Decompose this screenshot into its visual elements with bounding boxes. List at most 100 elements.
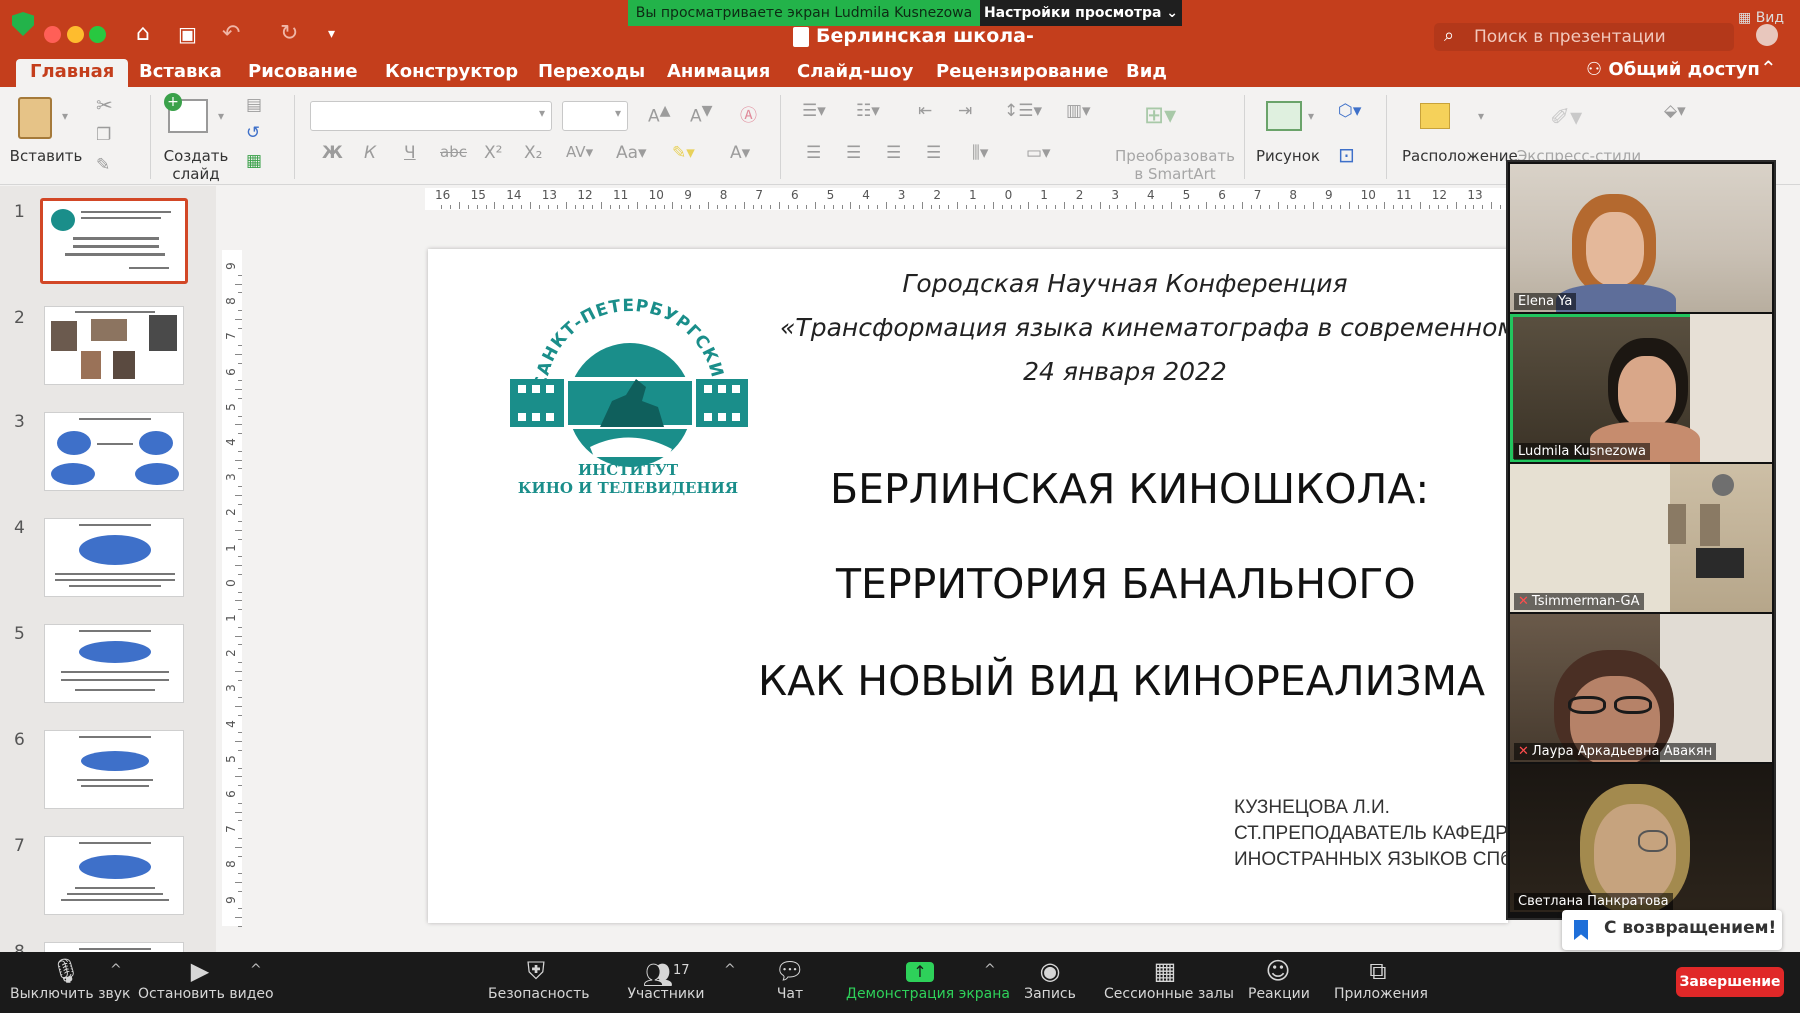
font-family-select[interactable]: ▾ — [310, 101, 552, 131]
superscript-icon[interactable]: X² — [484, 143, 502, 163]
slide-canvas[interactable]: САНКТ-ПЕТЕРБУРГСКИЙ ГОСУДАРСТВЕННЫЙ ИНСТ… — [428, 249, 1508, 923]
participant-video-4[interactable]: ✕ Лаура Аркадьевна Авакян — [1510, 614, 1772, 762]
columns-icon[interactable]: ▥▾ — [1066, 101, 1091, 121]
chevron-down-icon[interactable]: ▾ — [62, 109, 68, 123]
strikethrough-icon[interactable]: abc — [440, 143, 467, 161]
shape-fill-icon[interactable]: ⬙▾ — [1664, 101, 1686, 121]
justify-icon[interactable]: ☰ — [926, 143, 941, 163]
cut-icon[interactable]: ✂ — [96, 93, 113, 117]
decrease-indent-icon[interactable]: ⇤ — [918, 101, 932, 121]
font-color-icon[interactable]: A▾ — [730, 143, 750, 163]
end-meeting-button[interactable]: Завершение — [1676, 967, 1784, 997]
increase-font-icon[interactable]: A▲ — [648, 103, 671, 127]
font-size-select[interactable]: ▾ — [562, 101, 628, 131]
record-button[interactable]: ◉ Запись — [1022, 952, 1078, 1013]
view-options-dropdown[interactable]: Настройки просмотра ⌄ — [980, 0, 1182, 26]
search-input[interactable]: Поиск в презентации — [1474, 27, 1666, 47]
align-center-icon[interactable]: ☰ — [846, 143, 861, 163]
participant-video-3[interactable]: ✕ Tsimmerman-GA — [1510, 464, 1772, 612]
chevron-down-icon[interactable]: ▾ — [218, 109, 224, 123]
convert-smartart-label[interactable]: Преобразовать в SmartArt — [1106, 147, 1244, 183]
highlight-icon[interactable]: ✎▾ — [672, 143, 695, 163]
underline-icon[interactable]: Ч — [404, 143, 416, 163]
view-button[interactable]: ▦ Вид — [1738, 10, 1784, 26]
customize-toolbar-icon[interactable]: ▾ — [328, 21, 335, 47]
tab-slideshow[interactable]: Слайд-шоу — [783, 59, 927, 87]
participant-video-2[interactable]: Ludmila Kusnezowa — [1510, 314, 1772, 462]
increase-indent-icon[interactable]: ⇥ — [958, 101, 972, 121]
search-box[interactable]: ⌕ Поиск в презентации — [1434, 23, 1734, 51]
slide-thumbnail-7[interactable] — [44, 836, 184, 915]
redo-icon[interactable]: ↻ — [280, 21, 298, 47]
security-button[interactable]: ⛨ Безопасность — [488, 952, 589, 1013]
text-direction-icon[interactable]: ⫼▾ — [972, 143, 988, 163]
collapse-ribbon-icon[interactable]: ⌃ — [1760, 56, 1777, 80]
text-box-icon[interactable]: ⊡ — [1338, 143, 1355, 167]
chat-button[interactable]: 💬︎ Чат — [768, 952, 812, 1013]
line-spacing-icon[interactable]: ↕☰▾ — [1004, 101, 1042, 121]
profile-icon[interactable] — [1756, 24, 1778, 46]
slide-thumbnail-8[interactable] — [44, 942, 184, 952]
tab-home[interactable]: Главная — [16, 59, 129, 87]
quick-styles-icon[interactable]: ✐▾ — [1550, 103, 1582, 131]
chevron-down-icon[interactable]: ▾ — [1308, 109, 1314, 123]
slide-thumbnail-1[interactable] — [40, 198, 188, 284]
close-window-button[interactable] — [44, 26, 61, 43]
smartart-icon[interactable]: ⊞▾ — [1144, 101, 1176, 129]
clear-formatting-icon[interactable]: Ⓐ — [740, 101, 757, 126]
layout-icon[interactable]: ▤ — [246, 95, 262, 115]
participants-button[interactable]: 👥︎17 Участники — [622, 952, 710, 1013]
vertical-ruler[interactable]: 9 8 7 6 5 4 3 2 1 0 1 2 3 4 5 6 7 8 9 — [222, 250, 242, 927]
audio-options-caret[interactable]: ^ — [110, 962, 122, 978]
tab-insert[interactable]: Вставка — [125, 59, 236, 87]
share-screen-button[interactable]: ↑ Демонстрация экрана — [846, 952, 1010, 1013]
video-options-caret[interactable]: ^ — [250, 962, 262, 978]
format-painter-icon[interactable]: ✎ — [96, 155, 110, 175]
arrange-label[interactable]: Расположение — [1402, 147, 1518, 165]
slide-thumbnail-4[interactable] — [44, 518, 184, 597]
tab-transitions[interactable]: Переходы — [524, 59, 659, 87]
picture-label[interactable]: Рисунок — [1250, 147, 1326, 165]
participants-options-caret[interactable]: ^ — [724, 962, 736, 978]
tab-animations[interactable]: Анимация — [653, 59, 784, 87]
save-icon[interactable]: ▣ — [178, 21, 197, 47]
participant-video-1[interactable]: Elena Ya — [1510, 164, 1772, 312]
share-button[interactable]: ⚇ Общий доступ — [1586, 59, 1760, 80]
paste-icon[interactable] — [18, 97, 52, 139]
zoom-window-button[interactable] — [89, 26, 106, 43]
breakout-rooms-button[interactable]: ▦ Сессионные залы — [1104, 952, 1234, 1013]
tab-review[interactable]: Рецензирование — [922, 59, 1123, 87]
minimize-window-button[interactable] — [67, 26, 84, 43]
horizontal-ruler[interactable]: 16 15 14 13 12 11 10 9 8 7 6 5 4 3 2 1 0 1 2 3 4 5 6 7 8 9 10 11 12 1… — [425, 188, 1515, 210]
tab-view[interactable]: Вид — [1112, 59, 1181, 87]
decrease-font-icon[interactable]: A▼ — [690, 103, 713, 127]
numbering-icon[interactable]: ☷▾ — [856, 101, 880, 121]
subscript-icon[interactable]: X₂ — [524, 143, 542, 163]
welcome-toast[interactable]: С возвращением! — [1562, 910, 1782, 950]
align-left-icon[interactable]: ☰ — [806, 143, 821, 163]
mute-button[interactable]: 🎙︎ Выключить звук — [10, 952, 131, 1013]
stop-video-button[interactable]: ▶︎ Остановить видео — [138, 952, 274, 1013]
chevron-down-icon[interactable]: ▾ — [1478, 109, 1484, 123]
align-text-icon[interactable]: ▭▾ — [1026, 143, 1051, 163]
reset-icon[interactable]: ↺ — [246, 123, 260, 143]
bold-icon[interactable]: Ж — [322, 143, 343, 163]
participant-video-5[interactable]: Светлана Панкратова — [1510, 764, 1772, 912]
align-right-icon[interactable]: ☰ — [886, 143, 901, 163]
reactions-button[interactable]: ☺ Реакции — [1248, 952, 1310, 1013]
change-case-icon[interactable]: Aa▾ — [616, 143, 647, 163]
slide-thumbnail-6[interactable] — [44, 730, 184, 809]
italic-icon[interactable]: К — [364, 143, 376, 163]
picture-icon[interactable] — [1266, 101, 1302, 131]
character-spacing-icon[interactable]: AV▾ — [566, 143, 593, 161]
apps-button[interactable]: ⧉ Приложения — [1334, 952, 1428, 1013]
copy-icon[interactable]: ❐ — [96, 125, 111, 145]
slide-thumbnail-3[interactable] — [44, 412, 184, 491]
home-icon[interactable]: ⌂ — [136, 21, 150, 47]
slide-thumbnail-2[interactable] — [44, 306, 184, 385]
shapes-icon[interactable]: ⬡▾ — [1338, 101, 1361, 121]
arrange-icon[interactable] — [1420, 103, 1450, 129]
new-slide-label[interactable]: Создать слайд — [150, 147, 242, 183]
section-icon[interactable]: ▦ — [246, 151, 262, 171]
bullets-icon[interactable]: ☰▾ — [802, 101, 826, 121]
